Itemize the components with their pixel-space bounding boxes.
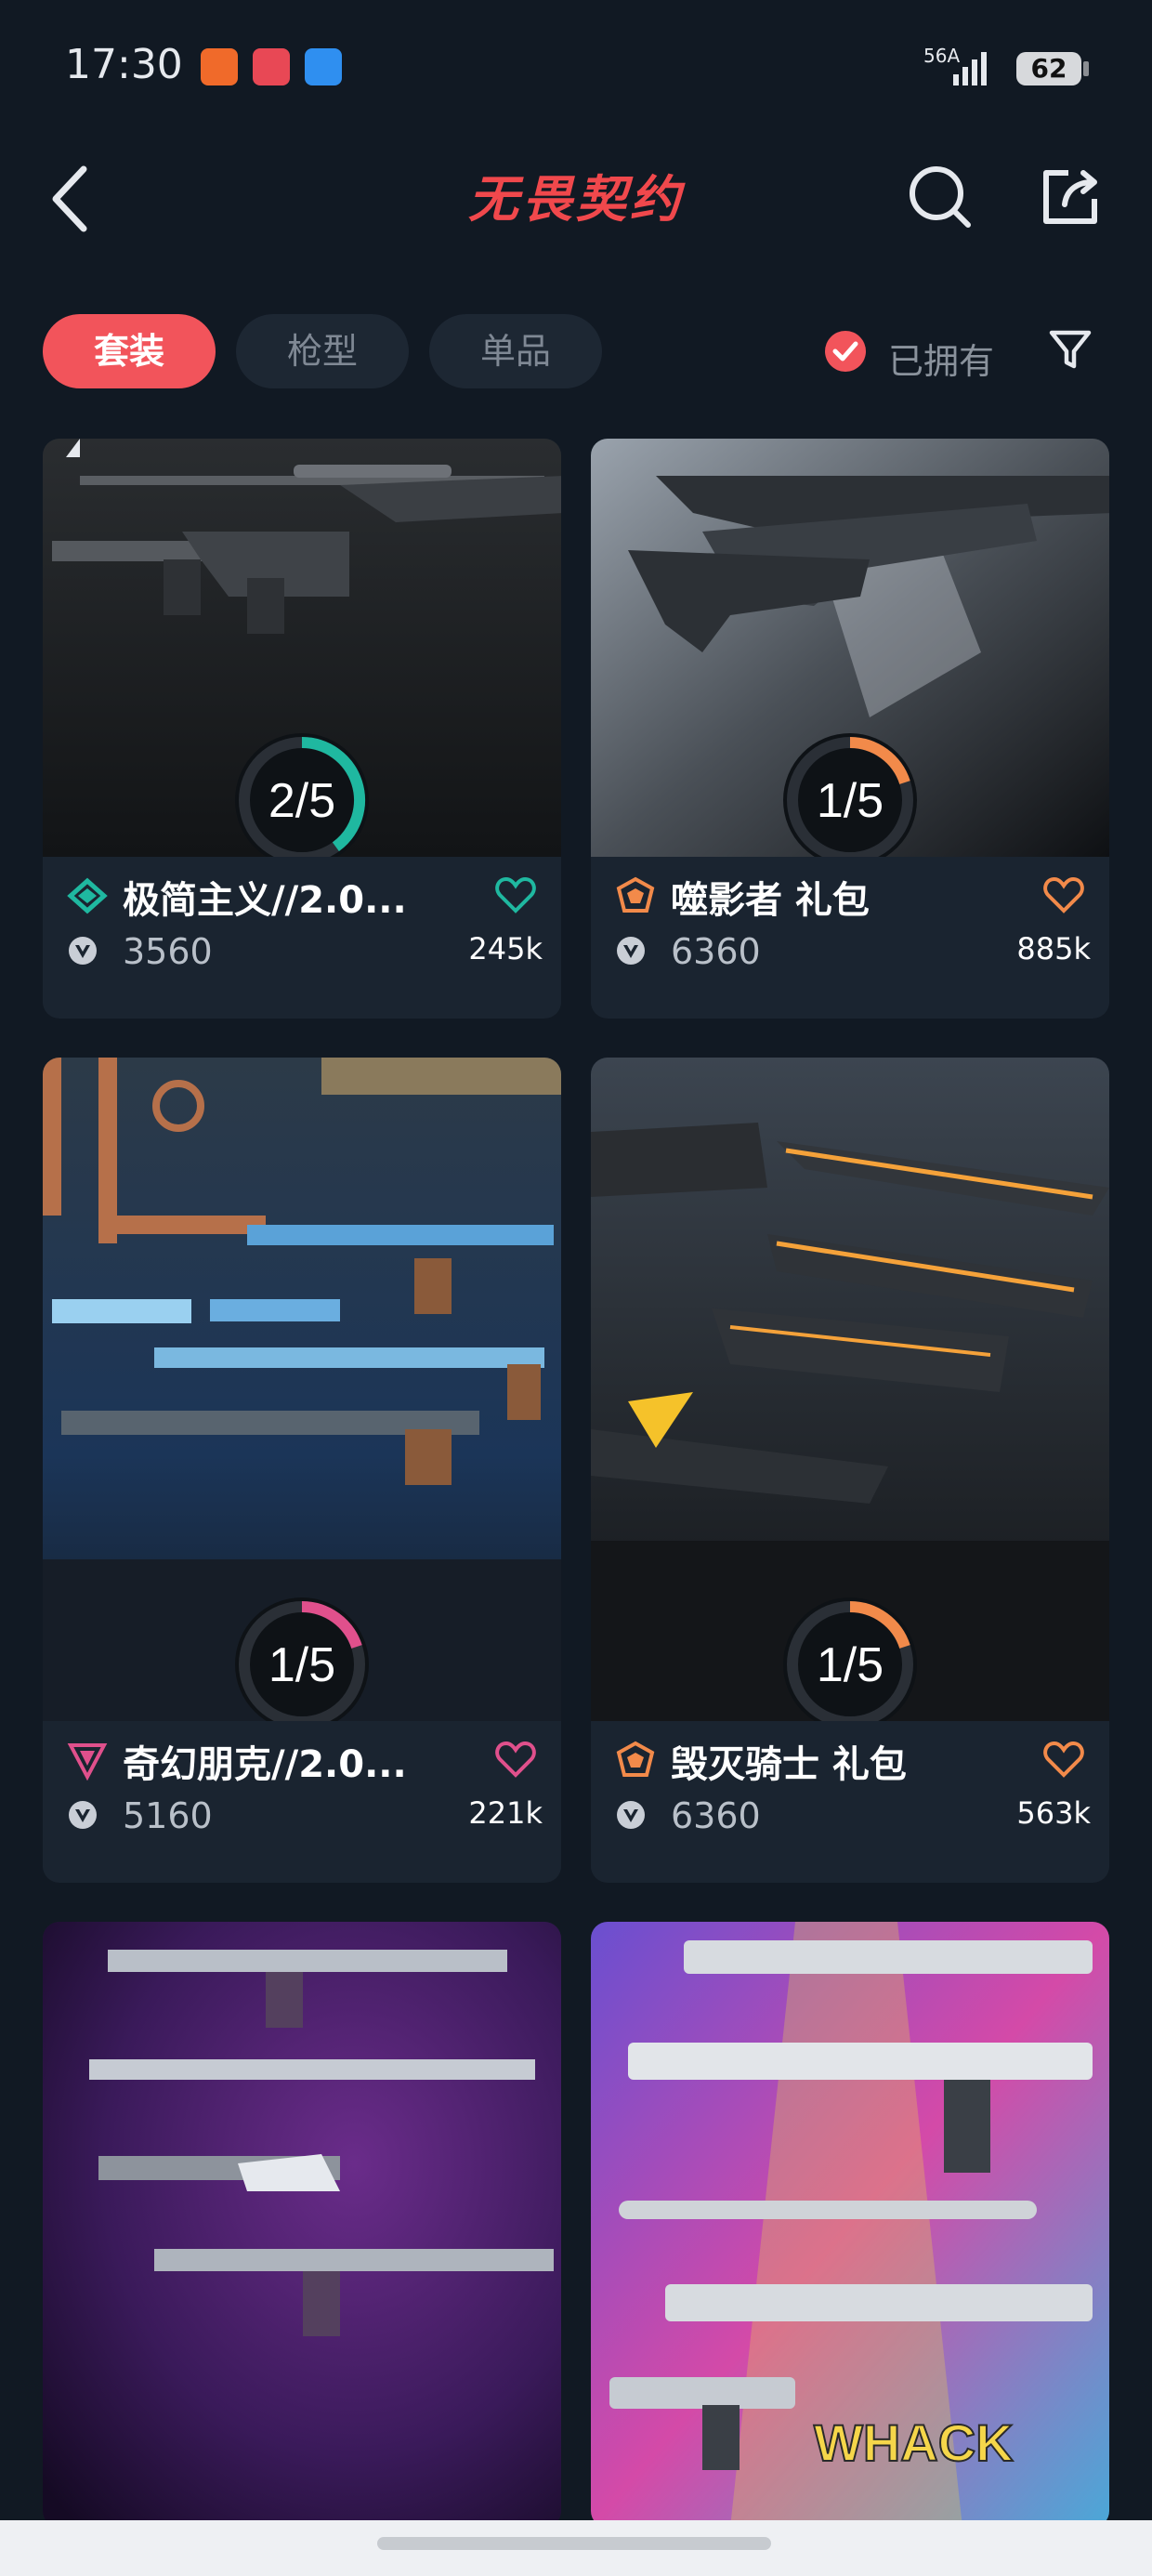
card-info: 奇幻朋克//2.0... 5160 221k [43, 1721, 561, 1879]
battery-tip [1083, 61, 1089, 76]
filter-icon[interactable] [1046, 325, 1094, 374]
share-icon[interactable] [1037, 164, 1104, 230]
tab-single-item[interactable]: 单品 [429, 314, 602, 388]
exclusive-edition-icon [616, 876, 655, 913]
bundle-price: 6360 [671, 931, 761, 972]
battery-icon: 62 [1016, 52, 1081, 85]
bundle-card[interactable]: 1/5 毁灭骑士 礼包 6360 563k [591, 1058, 1109, 1883]
owned-progress-ring: 2/5 [235, 733, 369, 867]
like-heart-icon[interactable] [494, 1740, 537, 1779]
like-count: 245k [468, 931, 543, 966]
svg-text:WHACK: WHACK [814, 2413, 1014, 2472]
notification-app-icon [253, 48, 290, 85]
bundle-image [43, 1922, 561, 2528]
bundle-card[interactable] [43, 1922, 561, 2528]
notification-app-icon [305, 48, 342, 85]
bundle-name: 噬影者 礼包 [671, 879, 870, 922]
home-indicator[interactable] [377, 2537, 771, 2550]
bundle-card[interactable]: 1/5 奇幻朋克//2.0... 5160 221k [43, 1058, 561, 1883]
owned-progress-ring: 1/5 [783, 1597, 917, 1731]
like-heart-icon[interactable] [494, 875, 537, 914]
bundle-price: 6360 [671, 1795, 761, 1836]
owned-count: 1/5 [268, 1638, 335, 1692]
card-info: 毁灭骑士 礼包 6360 563k [591, 1721, 1109, 1879]
valorant-points-icon [617, 937, 645, 965]
card-info: 噬影者 礼包 6360 885k [591, 857, 1109, 1015]
valorant-points-icon [69, 1801, 97, 1829]
page-title: 无畏契约 [468, 170, 684, 229]
owned-filter-label[interactable]: 已拥有 [888, 333, 994, 384]
search-icon[interactable] [907, 164, 974, 230]
like-count: 885k [1016, 931, 1091, 966]
bundle-card[interactable]: 1/5 噬影者 礼包 6360 885k [591, 439, 1109, 1019]
bundle-image: WHACK [591, 1922, 1109, 2528]
owned-progress-ring: 1/5 [783, 733, 917, 867]
owned-count: 2/5 [268, 774, 335, 828]
bundle-card[interactable]: 2/5 极简主义//2.0... 3560 245k [43, 439, 561, 1019]
owned-count: 1/5 [817, 774, 884, 828]
notification-app-icon [201, 48, 238, 85]
valorant-points-icon [617, 1801, 645, 1829]
status-time: 17:30 [65, 41, 183, 88]
exclusive-edition-icon [616, 1741, 655, 1777]
bundle-price: 3560 [123, 931, 213, 972]
select-edition-icon [67, 877, 108, 914]
valorant-points-icon [69, 937, 97, 965]
signal-icon [953, 52, 987, 85]
bundle-name: 极简主义//2.0... [123, 879, 407, 922]
bundle-price: 5160 [123, 1795, 213, 1836]
like-count: 221k [468, 1795, 543, 1831]
owned-count: 1/5 [817, 1638, 884, 1692]
bundle-name: 毁灭骑士 礼包 [671, 1743, 907, 1786]
tab-bundles[interactable]: 套装 [43, 314, 216, 388]
like-heart-icon[interactable] [1042, 1740, 1085, 1779]
owned-progress-ring: 1/5 [235, 1597, 369, 1731]
like-heart-icon[interactable] [1042, 875, 1085, 914]
premium-edition-icon [67, 1743, 108, 1781]
bundle-name: 奇幻朋克//2.0... [123, 1743, 407, 1786]
like-count: 563k [1016, 1795, 1091, 1831]
bundle-card[interactable]: WHACK [591, 1922, 1109, 2528]
owned-checkbox-icon[interactable] [823, 329, 868, 374]
card-info: 极简主义//2.0... 3560 245k [43, 857, 561, 1015]
tab-weapon-type[interactable]: 枪型 [236, 314, 409, 388]
